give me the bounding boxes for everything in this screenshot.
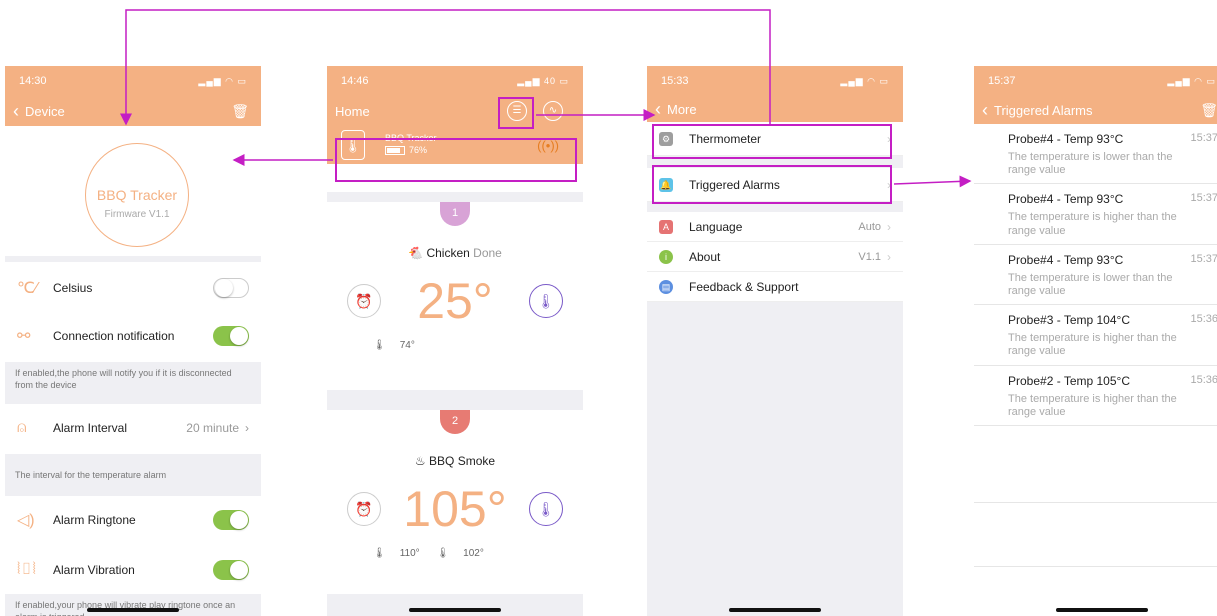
annotation-arrows — [120, 9, 972, 188]
